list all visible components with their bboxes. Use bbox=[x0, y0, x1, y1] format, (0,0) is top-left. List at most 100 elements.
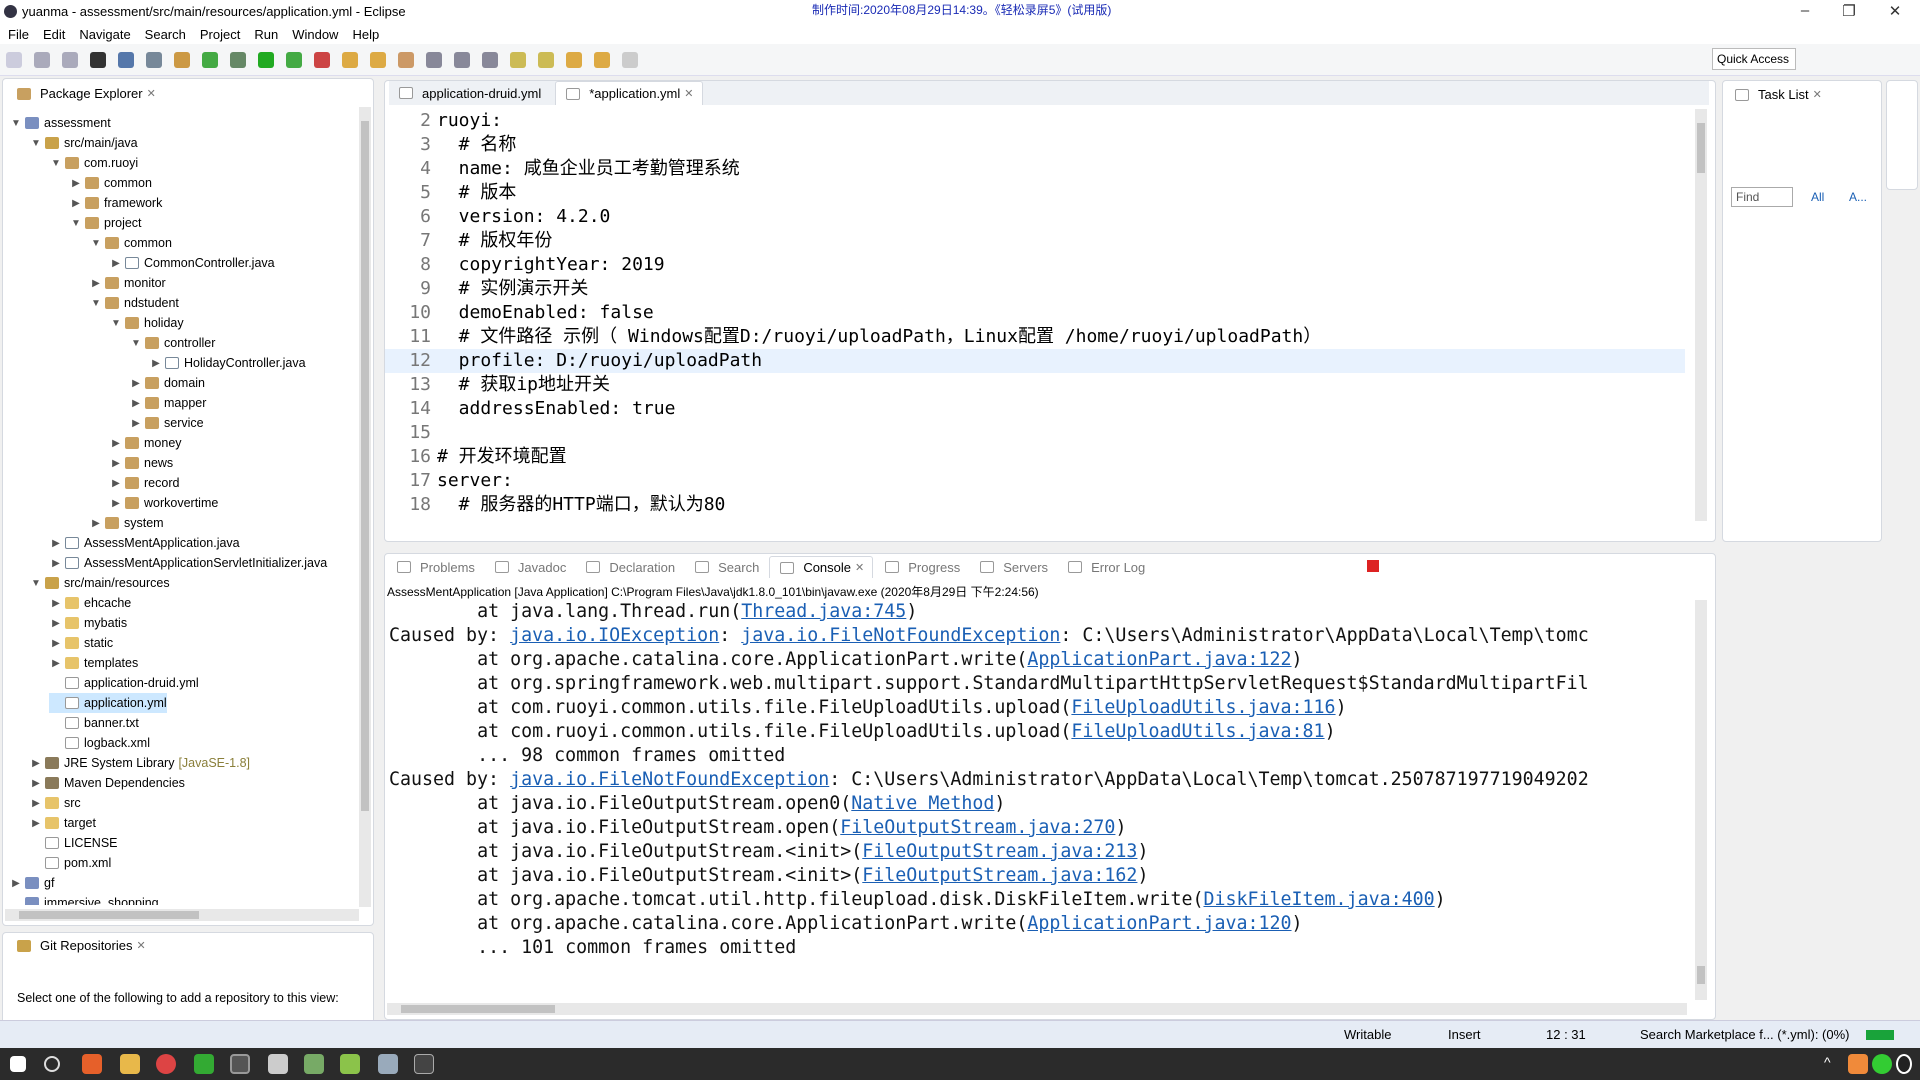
menu-file[interactable]: File bbox=[8, 27, 29, 42]
tree-item[interactable]: ▼ holiday bbox=[109, 313, 184, 333]
toolbar-button-icon[interactable] bbox=[174, 52, 190, 68]
tree-item[interactable]: ▶ AssessMentApplicationServletInitializer… bbox=[49, 553, 327, 573]
stacktrace-link[interactable]: FileUploadUtils.java:81 bbox=[1071, 721, 1324, 742]
chevron-down-icon[interactable]: ▼ bbox=[89, 238, 103, 249]
chevron-right-icon[interactable]: ▶ bbox=[29, 798, 43, 809]
file-explorer-icon[interactable] bbox=[120, 1054, 140, 1074]
app-icon[interactable] bbox=[82, 1054, 102, 1074]
menu-navigate[interactable]: Navigate bbox=[79, 27, 130, 42]
toolbar-button-icon[interactable] bbox=[34, 52, 50, 68]
chevron-right-icon[interactable]: ▶ bbox=[49, 658, 63, 669]
tray-chevron-icon[interactable]: ^ bbox=[1824, 1054, 1844, 1074]
minimize-button[interactable]: – bbox=[1790, 2, 1820, 19]
tab-git-repositories[interactable]: Git Repositories ✕ bbox=[7, 935, 154, 956]
tree-item[interactable]: ▶ system bbox=[89, 513, 163, 533]
tab-progress[interactable]: Progress bbox=[875, 556, 968, 578]
toolbar-button-icon[interactable] bbox=[118, 52, 134, 68]
tab-declaration[interactable]: Declaration bbox=[576, 556, 683, 578]
toolbar-button-icon[interactable] bbox=[510, 52, 526, 68]
close-icon[interactable]: ✕ bbox=[684, 87, 693, 100]
stacktrace-link[interactable]: DiskFileItem.java:400 bbox=[1203, 889, 1434, 910]
toolbar-button-icon[interactable] bbox=[146, 52, 162, 68]
console-vertical-scrollbar[interactable] bbox=[1695, 600, 1707, 1000]
chevron-right-icon[interactable]: ▶ bbox=[69, 198, 83, 209]
restore-button[interactable]: ❐ bbox=[1834, 2, 1864, 20]
chevron-right-icon[interactable]: ▶ bbox=[29, 758, 43, 769]
chevron-right-icon[interactable]: ▶ bbox=[109, 498, 123, 509]
tree-item[interactable]: ▶ mapper bbox=[129, 393, 206, 413]
chevron-right-icon[interactable]: ▶ bbox=[149, 358, 163, 369]
eclipse-taskbar-icon[interactable] bbox=[230, 1054, 250, 1074]
chevron-right-icon[interactable]: ▶ bbox=[29, 778, 43, 789]
toolbar-button-icon[interactable] bbox=[90, 52, 106, 68]
tree-item[interactable]: ▶ news bbox=[109, 453, 173, 473]
toolbar-button-icon[interactable] bbox=[6, 52, 22, 68]
chevron-right-icon[interactable]: ▶ bbox=[49, 638, 63, 649]
tree-item[interactable]: ▼ project bbox=[69, 213, 141, 233]
tree-item[interactable]: ▼ common bbox=[89, 233, 172, 253]
console-output[interactable]: at java.lang.Thread.run(Thread.java:745)… bbox=[385, 600, 1695, 995]
chevron-right-icon[interactable]: ▶ bbox=[9, 878, 23, 889]
toolbar-button-icon[interactable] bbox=[538, 52, 554, 68]
tree-item[interactable]: ▶ mybatis bbox=[49, 613, 127, 633]
task-activate-link[interactable]: A... bbox=[1849, 190, 1867, 204]
tree-item[interactable]: ▼ assessment bbox=[9, 113, 111, 133]
app-icon[interactable] bbox=[194, 1054, 214, 1074]
search-icon[interactable] bbox=[44, 1056, 60, 1072]
tab-error-log[interactable]: Error Log bbox=[1058, 556, 1153, 578]
toolbar-button-icon[interactable] bbox=[398, 52, 414, 68]
tree-item[interactable]: ▶ AssessMentApplication.java bbox=[49, 533, 240, 553]
tree-item[interactable]: LICENSE bbox=[29, 833, 118, 853]
chrome-icon[interactable] bbox=[156, 1054, 176, 1074]
close-icon[interactable]: ✕ bbox=[147, 87, 156, 100]
tree-item[interactable]: application-druid.yml bbox=[49, 673, 199, 693]
tree-item[interactable]: ▶ monitor bbox=[89, 273, 166, 293]
tree-item[interactable]: application.yml bbox=[49, 693, 167, 713]
chevron-right-icon[interactable]: ▶ bbox=[49, 558, 63, 569]
menu-help[interactable]: Help bbox=[352, 27, 379, 42]
tree-item[interactable]: ▶ framework bbox=[69, 193, 162, 213]
tree-item[interactable]: ▶ target bbox=[29, 813, 96, 833]
terminate-icon[interactable] bbox=[1367, 560, 1379, 572]
editor-vertical-scrollbar[interactable] bbox=[1695, 109, 1707, 521]
tree-vertical-scrollbar[interactable] bbox=[359, 107, 371, 907]
menu-run[interactable]: Run bbox=[254, 27, 278, 42]
stacktrace-link[interactable]: java.io.FileNotFoundException bbox=[510, 769, 829, 790]
qq-icon[interactable] bbox=[1896, 1054, 1912, 1074]
stacktrace-link[interactable]: Native Method bbox=[851, 793, 994, 814]
toolbar-button-icon[interactable] bbox=[286, 52, 302, 68]
toolbar-button-icon[interactable] bbox=[370, 52, 386, 68]
chevron-down-icon[interactable]: ▼ bbox=[69, 218, 83, 229]
chevron-right-icon[interactable]: ▶ bbox=[109, 438, 123, 449]
toolbar-button-icon[interactable] bbox=[202, 52, 218, 68]
editor-tab[interactable]: *application.yml ✕ bbox=[555, 81, 703, 105]
stacktrace-link[interactable]: FileOutputStream.java:270 bbox=[840, 817, 1115, 838]
stacktrace-link[interactable]: Thread.java:745 bbox=[741, 601, 906, 622]
tab-task-list[interactable]: Task List ✕ bbox=[1725, 84, 1830, 105]
chevron-right-icon[interactable]: ▶ bbox=[29, 818, 43, 829]
menu-edit[interactable]: Edit bbox=[43, 27, 65, 42]
tree-item[interactable]: ▶ workovertime bbox=[109, 493, 218, 513]
chevron-right-icon[interactable]: ▶ bbox=[49, 618, 63, 629]
tab-search[interactable]: Search bbox=[685, 556, 767, 578]
toolbar-button-icon[interactable] bbox=[62, 52, 78, 68]
toolbar-button-icon[interactable] bbox=[342, 52, 358, 68]
stacktrace-link[interactable]: FileOutputStream.java:213 bbox=[862, 841, 1137, 862]
code-area[interactable]: 2 ruoyi: 3 # 名称 4 name: 咸鱼企业员工考勤管理系统 5 # 版本 6… bbox=[385, 109, 1685, 519]
toolbar-button-icon[interactable] bbox=[622, 52, 638, 68]
tab-console[interactable]: Console ✕ bbox=[769, 556, 874, 578]
chevron-right-icon[interactable]: ▶ bbox=[109, 478, 123, 489]
app-icon[interactable] bbox=[378, 1054, 398, 1074]
menu-search[interactable]: Search bbox=[145, 27, 186, 42]
chevron-down-icon[interactable]: ▼ bbox=[29, 138, 43, 149]
editor-tab[interactable]: application-druid.yml bbox=[389, 81, 549, 105]
tree-item[interactable]: ▶ money bbox=[109, 433, 181, 453]
toolbar-button-icon[interactable] bbox=[454, 52, 470, 68]
quick-access-input[interactable]: Quick Access bbox=[1712, 48, 1796, 70]
chevron-right-icon[interactable]: ▶ bbox=[109, 258, 123, 269]
tree-item[interactable]: ▼ com.ruoyi bbox=[49, 153, 138, 173]
chevron-down-icon[interactable]: ▼ bbox=[89, 298, 103, 309]
tree-horizontal-scrollbar[interactable] bbox=[5, 909, 359, 921]
stacktrace-link[interactable]: ApplicationPart.java:120 bbox=[1027, 913, 1291, 934]
menu-project[interactable]: Project bbox=[200, 27, 240, 42]
